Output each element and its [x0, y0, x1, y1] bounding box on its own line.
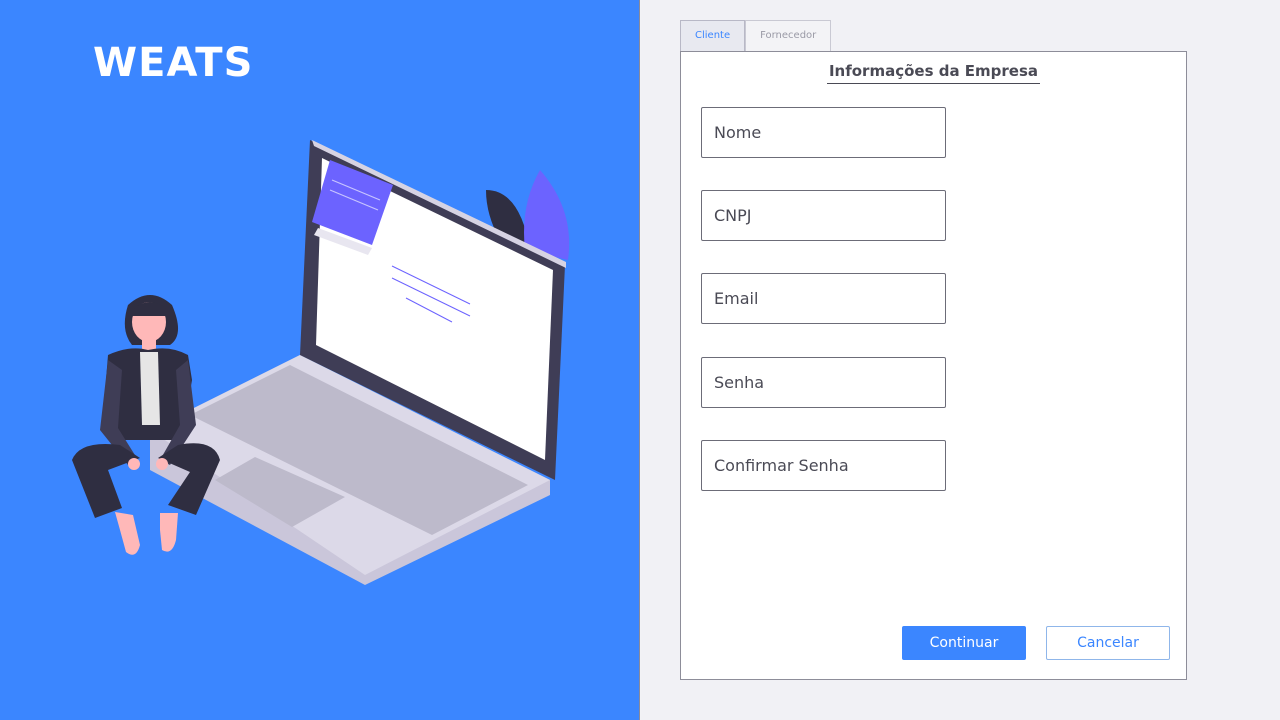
senha-field[interactable]: [701, 357, 946, 408]
tab-fornecedor[interactable]: Fornecedor: [745, 20, 832, 51]
hero-panel: WEATS: [0, 0, 640, 720]
cancel-button[interactable]: Cancelar: [1046, 626, 1170, 660]
form-title: Informações da Empresa: [827, 61, 1040, 84]
confirmar-senha-field[interactable]: [701, 440, 946, 491]
tab-bar: Cliente Fornecedor: [680, 20, 832, 51]
tab-cliente[interactable]: Cliente: [680, 20, 746, 51]
cnpj-field[interactable]: [701, 190, 946, 241]
continue-button[interactable]: Continuar: [902, 626, 1026, 660]
email-field[interactable]: [701, 273, 946, 324]
brand-logo: WEATS: [93, 40, 254, 86]
nome-field[interactable]: [701, 107, 946, 158]
person-with-laptop-illustration: [72, 140, 570, 585]
company-form: Informações da Empresa Continuar Cancela…: [680, 51, 1187, 680]
